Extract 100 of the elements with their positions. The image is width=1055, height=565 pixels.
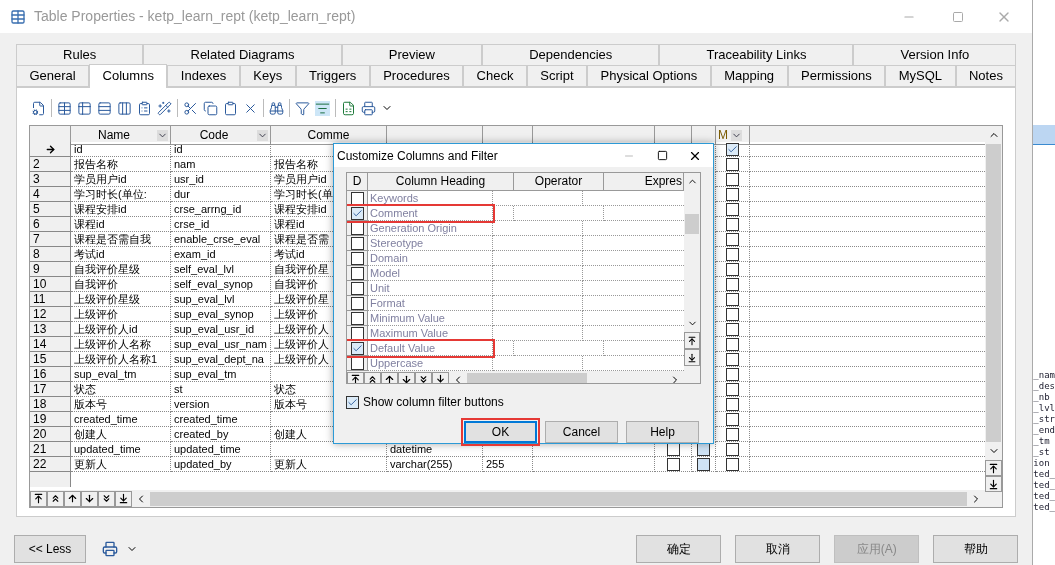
tab[interactable]: Keys — [239, 65, 296, 87]
checkbox[interactable] — [346, 395, 359, 409]
checkbox[interactable] — [666, 457, 680, 471]
less-button[interactable]: << Less — [14, 535, 86, 563]
columns-icon[interactable] — [117, 100, 132, 116]
tab[interactable]: Check — [463, 65, 527, 87]
row-header[interactable]: 19 — [30, 412, 71, 427]
row-header[interactable] — [30, 142, 71, 157]
dialog-button[interactable]: 帮助 — [933, 535, 1019, 563]
down-icon[interactable] — [401, 374, 412, 383]
list-icon[interactable] — [137, 100, 152, 116]
dialog-button[interactable]: Help — [626, 421, 699, 443]
checkbox[interactable] — [726, 412, 739, 426]
checkbox[interactable] — [350, 266, 364, 280]
list-item[interactable]: Stereotype — [368, 236, 493, 251]
first-row-icon[interactable] — [988, 462, 1000, 474]
checkbox[interactable] — [726, 307, 739, 321]
down-icon[interactable] — [84, 493, 95, 504]
tab[interactable]: Rules — [16, 44, 144, 65]
page-down-icon[interactable] — [418, 374, 429, 383]
row-header[interactable]: 17 — [30, 382, 71, 397]
dialog-button[interactable]: 取消 — [735, 535, 821, 563]
tab[interactable]: Preview — [341, 44, 483, 65]
checkbox[interactable] — [726, 277, 739, 291]
up-icon[interactable] — [67, 493, 78, 504]
row-header[interactable]: 11 — [30, 292, 71, 307]
checkbox[interactable] — [350, 206, 364, 220]
scrollbar-thumb[interactable] — [986, 144, 1002, 442]
page-up-icon[interactable] — [367, 374, 378, 383]
checkbox[interactable] — [726, 187, 739, 201]
row-header[interactable]: 10 — [30, 277, 71, 292]
checkbox[interactable] — [726, 322, 739, 336]
row-header[interactable]: 12 — [30, 307, 71, 322]
tab[interactable]: Script — [526, 65, 588, 87]
scrollbar-thumb[interactable] — [150, 491, 968, 506]
customize-filter-icon[interactable] — [315, 100, 330, 116]
row-header[interactable]: 4 — [30, 187, 71, 202]
list-item[interactable]: Format — [368, 296, 493, 311]
filter-dropdown-icon[interactable] — [157, 129, 168, 141]
row-header[interactable]: 15 — [30, 352, 71, 367]
filter-dropdown-icon[interactable] — [731, 129, 742, 141]
list-item[interactable]: Comment — [368, 206, 493, 221]
checkbox[interactable] — [726, 232, 739, 246]
tab[interactable]: Permissions — [787, 65, 886, 87]
properties-icon[interactable] — [31, 100, 46, 116]
row-header[interactable]: 5 — [30, 202, 71, 217]
cut-icon[interactable] — [183, 100, 198, 116]
checkbox[interactable] — [726, 157, 739, 171]
dialog-button[interactable]: Cancel — [545, 421, 618, 443]
row-header[interactable]: 16 — [30, 367, 71, 382]
tab[interactable]: Columns — [89, 64, 168, 88]
table-icon[interactable] — [57, 100, 72, 116]
scrollbar-thumb[interactable] — [467, 372, 587, 383]
spreadsheet-icon[interactable] — [341, 100, 356, 116]
tab[interactable]: MySQL — [885, 65, 956, 87]
row-header[interactable]: 22 — [30, 457, 71, 472]
tab[interactable]: Dependencies — [482, 44, 660, 65]
list-item[interactable]: Minimum Value — [368, 311, 493, 326]
rows-icon[interactable] — [97, 100, 112, 116]
dialog-button[interactable]: OK — [464, 421, 537, 443]
checkbox[interactable] — [350, 236, 364, 250]
checkbox[interactable] — [726, 202, 739, 216]
row-header[interactable]: 20 — [30, 427, 71, 442]
tab[interactable]: Mapping — [710, 65, 788, 87]
row-header[interactable]: 3 — [30, 172, 71, 187]
print-icon[interactable] — [102, 541, 118, 557]
row-header[interactable]: 14 — [30, 337, 71, 352]
checkbox[interactable] — [726, 172, 739, 186]
filter-dropdown-icon[interactable] — [257, 129, 268, 141]
checkbox[interactable] — [726, 427, 739, 441]
checkbox[interactable] — [350, 251, 364, 265]
list-item[interactable]: Maximum Value — [368, 326, 493, 341]
tab[interactable]: Procedures — [369, 65, 464, 87]
checkbox[interactable] — [726, 292, 739, 306]
tab[interactable]: Triggers — [295, 65, 370, 87]
checkbox[interactable] — [726, 367, 739, 381]
checkbox[interactable] — [350, 311, 364, 325]
up-icon[interactable] — [384, 374, 395, 383]
tab[interactable]: Indexes — [167, 65, 240, 87]
tab[interactable]: Related Diagrams — [143, 44, 342, 65]
copy-icon[interactable] — [203, 100, 218, 116]
filter-icon[interactable] — [295, 100, 310, 116]
first-row-icon[interactable] — [350, 374, 361, 383]
checkbox[interactable] — [726, 337, 739, 351]
first-row-icon[interactable] — [687, 335, 697, 346]
checkbox[interactable] — [726, 457, 739, 471]
tab[interactable]: Notes — [955, 65, 1017, 87]
list-item[interactable]: Default Value — [368, 341, 493, 356]
list-item[interactable]: Generation Origin — [368, 221, 493, 236]
maximize-icon[interactable] — [657, 150, 668, 161]
tab[interactable]: Version Info — [853, 44, 1017, 65]
page-up-icon[interactable] — [50, 493, 61, 504]
page-down-icon[interactable] — [101, 493, 112, 504]
checkbox[interactable] — [726, 382, 739, 396]
checkbox[interactable] — [350, 296, 364, 310]
wand-icon[interactable] — [157, 100, 172, 116]
first-row-icon[interactable] — [33, 493, 44, 504]
checkbox[interactable] — [726, 142, 739, 156]
table-icon[interactable] — [77, 100, 92, 116]
tab[interactable]: Traceability Links — [659, 44, 854, 65]
